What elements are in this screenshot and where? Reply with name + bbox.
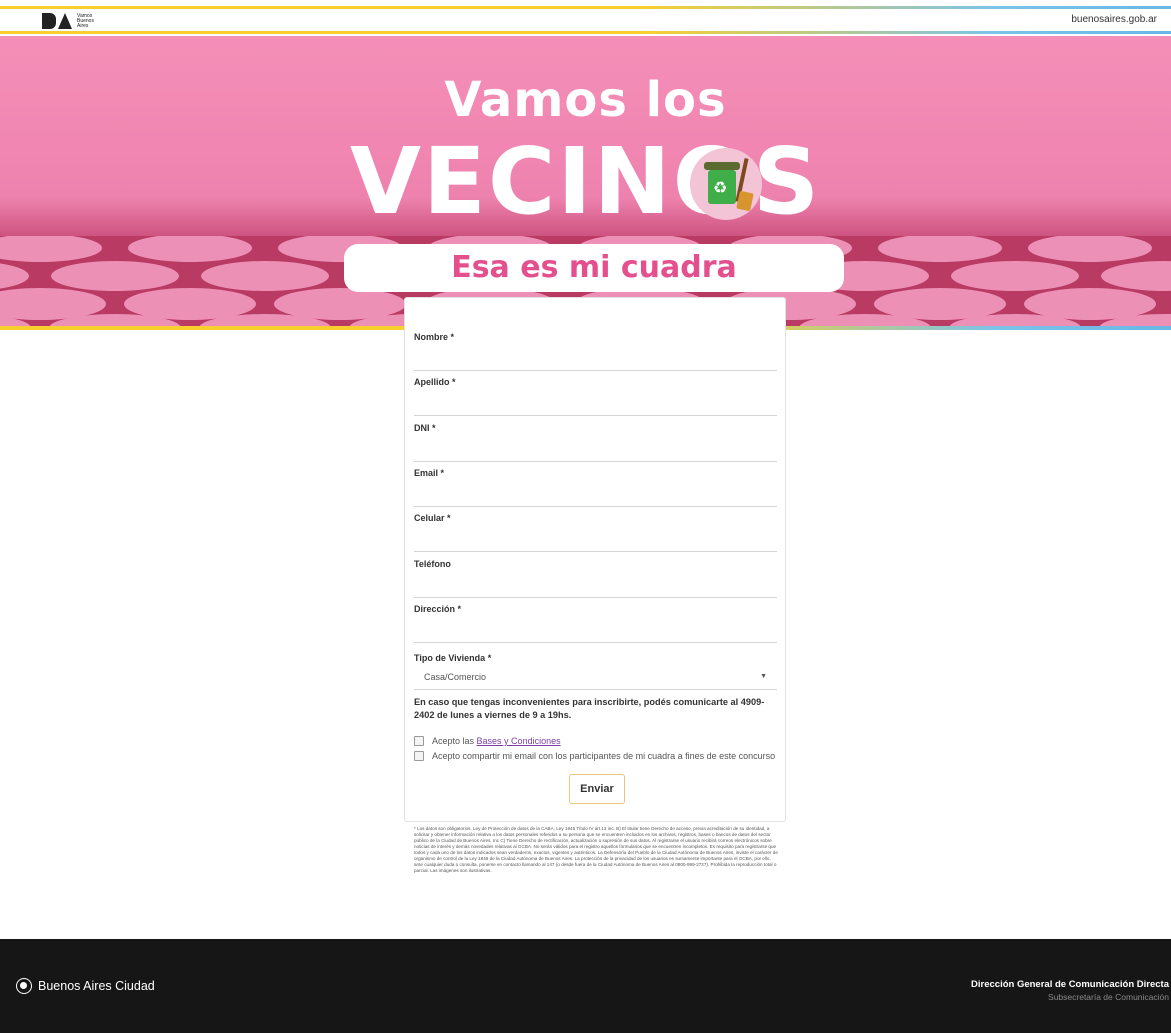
celular-field: Celular * <box>414 513 778 552</box>
recycle-bin-icon: ♻ <box>690 148 762 220</box>
dni-label: DNI * <box>414 423 436 433</box>
email-input[interactable] <box>414 482 778 504</box>
tipo-vivienda-label: Tipo de Vivienda * <box>414 653 492 663</box>
telefono-field: Teléfono <box>414 559 778 598</box>
hero-title-line2: VECINOS <box>349 128 822 235</box>
top-color-stripe <box>0 6 1171 9</box>
recycle-icon: ♻ <box>713 180 728 197</box>
terms-link[interactable]: Bases y Condiciones <box>477 736 561 746</box>
direccion-field: Dirección * <box>414 604 778 643</box>
footer: Buenos Aires Ciudad Dirección General de… <box>0 939 1171 1033</box>
nombre-field: Nombre * <box>414 332 778 371</box>
telefono-label: Teléfono <box>414 559 451 569</box>
footer-subsecretaria: Subsecretaría de Comunicación <box>1048 992 1169 1002</box>
footer-brand[interactable]: Buenos Aires Ciudad <box>16 978 155 994</box>
share-email-checkbox[interactable] <box>414 751 424 761</box>
nombre-input[interactable] <box>414 346 778 368</box>
email-field: Email * <box>414 468 778 507</box>
registration-form: Nombre * Apellido * DNI * Email * Celula… <box>404 297 786 822</box>
legal-text: * Los datos son obligatorios. Ley de Pro… <box>414 826 778 873</box>
dni-input[interactable] <box>414 437 778 459</box>
site-url-link[interactable]: buenosaires.gob.ar <box>1071 14 1157 25</box>
share-email-checkbox-row: Acepto compartir mi email con los partic… <box>414 750 775 762</box>
share-email-label: Acepto compartir mi email con los partic… <box>432 751 776 761</box>
top-bar: Vamos Buenos Aires buenosaires.gob.ar <box>0 0 1171 36</box>
footer-direction-title: Dirección General de Comunicación Direct… <box>971 979 1169 990</box>
ba-logo[interactable]: Vamos Buenos Aires <box>42 12 94 30</box>
apellido-label: Apellido * <box>414 377 456 387</box>
footer-direction: Dirección General de Comunicación Direct… <box>971 979 1169 1002</box>
email-label: Email * <box>414 468 445 478</box>
celular-input[interactable] <box>414 527 778 549</box>
terms-checkbox[interactable] <box>414 736 424 746</box>
contact-notice: En caso que tengas inconvenientes para i… <box>414 697 765 720</box>
apellido-field: Apellido * <box>414 377 778 416</box>
ba-logo-icon <box>42 13 74 29</box>
celular-label: Celular * <box>414 513 451 523</box>
terms-prefix: Acepto las <box>432 736 475 746</box>
nombre-label: Nombre * <box>414 332 455 342</box>
hero-title-line1: Vamos los <box>444 72 727 128</box>
hero-subtitle: Esa es mi cuadra <box>344 244 844 292</box>
ba-logo-text: Vamos Buenos Aires <box>77 12 94 29</box>
footer-brand-text: Buenos Aires Ciudad <box>38 979 155 993</box>
city-seal-icon <box>16 978 32 994</box>
chevron-down-icon: ▼ <box>760 673 767 680</box>
direccion-label: Dirección * <box>414 604 462 614</box>
apellido-input[interactable] <box>414 391 778 413</box>
hero-banner: Vamos los VECINOS ♻ Esa es mi cuadra <box>0 36 1171 330</box>
tipo-vivienda-field: Tipo de Vivienda * Casa/Comercio ▼ <box>414 653 777 690</box>
tipo-vivienda-selected: Casa/Comercio <box>424 672 487 682</box>
tipo-vivienda-select[interactable]: Casa/Comercio ▼ <box>414 669 777 687</box>
submit-button[interactable]: Enviar <box>569 774 625 804</box>
direccion-input[interactable] <box>414 618 778 640</box>
dni-field: DNI * <box>414 423 778 462</box>
terms-checkbox-row: Acepto las Bases y Condiciones <box>414 735 561 747</box>
top-color-stripe-bottom <box>0 31 1171 34</box>
telefono-input[interactable] <box>414 573 778 595</box>
